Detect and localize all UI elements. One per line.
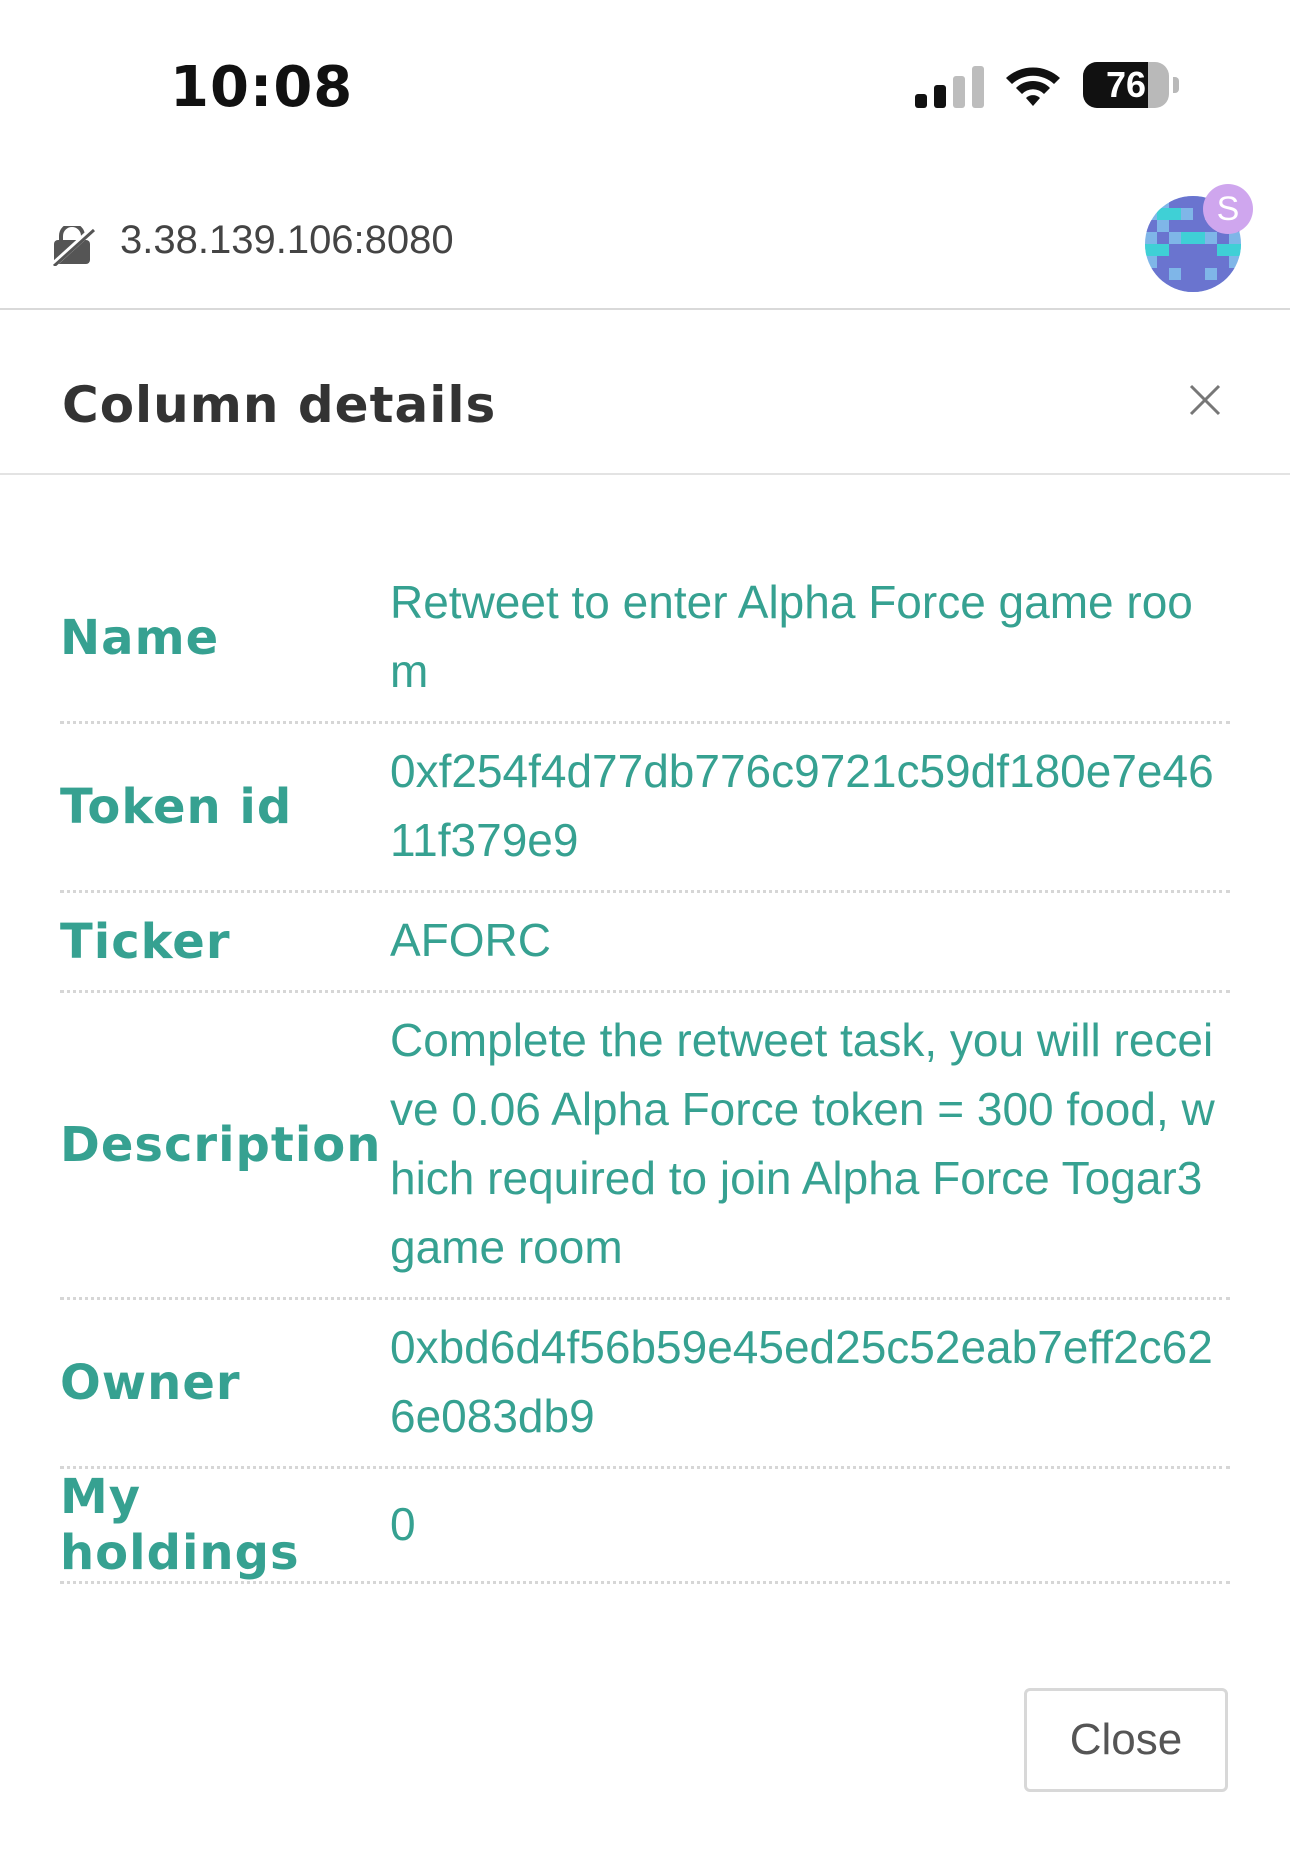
column-details-modal: Column details Name Retweet to enter Alp… [0, 308, 1290, 1876]
detail-row-name: Name Retweet to enter Alpha Force game r… [60, 555, 1230, 724]
detail-label: Token id [60, 779, 293, 835]
detail-value: 0 [390, 1497, 416, 1550]
avatar-badge: S [1203, 184, 1253, 234]
modal-header: Column details [0, 310, 1290, 475]
detail-row-token-id: Token id 0xf254f4d77db776c9721c59df180e7… [60, 724, 1230, 893]
battery-percent: 76 [1105, 64, 1147, 105]
detail-row-ticker: Ticker AFORC [60, 893, 1230, 993]
detail-row-owner: Owner 0xbd6d4f56b59e45ed25c52eab7eff2c62… [60, 1300, 1230, 1469]
wifi-icon [1006, 67, 1060, 106]
close-button[interactable]: Close [1024, 1688, 1228, 1792]
detail-label: Ticker [60, 913, 231, 970]
browser-url-bar[interactable]: 3.38.139.106:8080 S [0, 184, 1290, 300]
detail-label: Description [60, 1117, 382, 1173]
close-icon[interactable] [1185, 380, 1225, 420]
detail-row-description: Description Complete the retweet task, y… [60, 993, 1230, 1300]
detail-value: AFORC [390, 914, 551, 966]
detail-value: Retweet to enter Alpha Force game room [390, 576, 1193, 697]
detail-label: Name [60, 610, 220, 666]
details-list: Name Retweet to enter Alpha Force game r… [60, 555, 1230, 1584]
status-bar: 10:08 76 [0, 0, 1290, 160]
modal-title: Column details [62, 376, 497, 434]
url-text[interactable]: 3.38.139.106:8080 [120, 218, 454, 263]
cellular-signal-icon [915, 66, 984, 108]
not-secure-lock-icon[interactable] [50, 226, 96, 266]
detail-value: 0xbd6d4f56b59e45ed25c52eab7eff2c626e083d… [390, 1321, 1213, 1442]
detail-value: Complete the retweet task, you will rece… [390, 1014, 1215, 1273]
detail-label: My holdings [60, 1469, 300, 1581]
detail-value: 0xf254f4d77db776c9721c59df180e7e4611f379… [390, 745, 1214, 866]
detail-row-my-holdings: My holdings 0 [60, 1469, 1230, 1584]
status-time: 10:08 [170, 55, 354, 120]
detail-label: Owner [60, 1355, 241, 1411]
battery-icon: 76 [1083, 62, 1179, 108]
